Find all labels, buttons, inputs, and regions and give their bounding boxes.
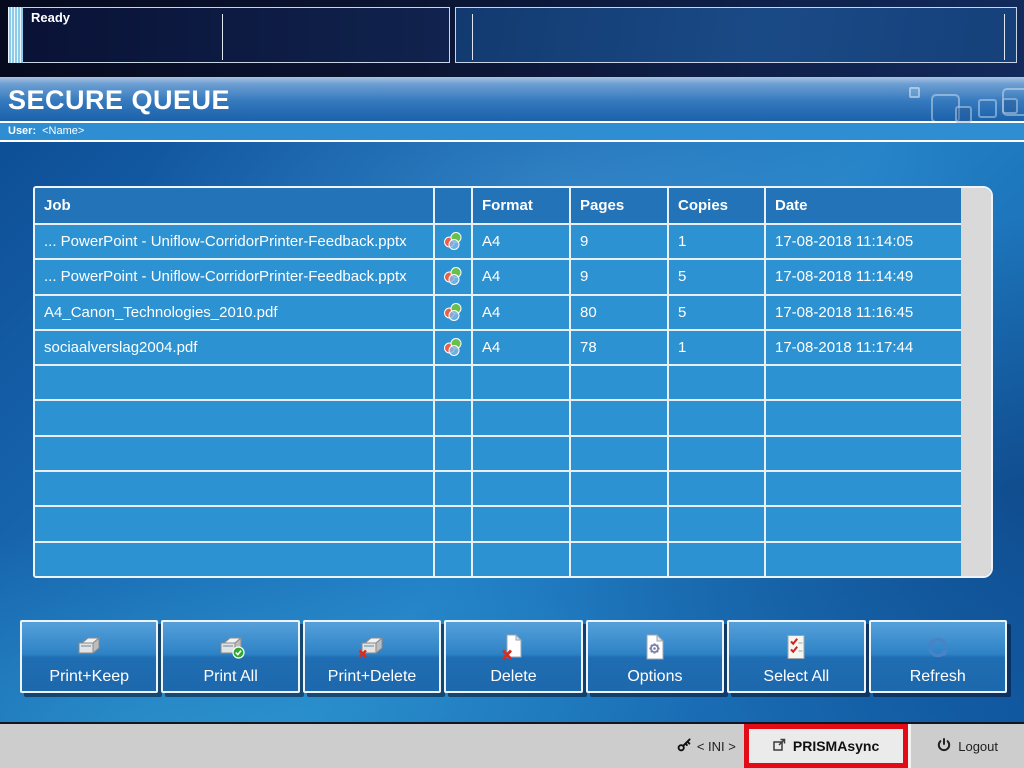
table-row[interactable]: sociaalverslag2004.pdf A4 78 1 17-08-201… — [35, 331, 961, 364]
refresh-icon — [924, 622, 952, 668]
empty-table-row[interactable] — [35, 401, 961, 434]
logout-button[interactable]: Logout — [911, 724, 1024, 768]
status-panel-right — [455, 7, 1017, 63]
page-title: SECURE QUEUE — [0, 77, 1024, 116]
job-copies: 1 — [669, 331, 764, 364]
empty-table-row[interactable] — [35, 507, 961, 540]
job-format: A4 — [473, 331, 569, 364]
job-date: 17-08-2018 11:14:05 — [766, 225, 961, 258]
table-scrollbar[interactable] — [961, 188, 991, 576]
printer-status-text: Ready — [31, 10, 70, 25]
table-row[interactable]: ... PowerPoint - Uniflow-CorridorPrinter… — [35, 225, 961, 258]
button-label: Print+Delete — [328, 668, 417, 686]
content-area: Job Format Pages Copies Date ... PowerPo… — [0, 142, 1024, 722]
prismasync-button[interactable]: PRISMAsync — [749, 729, 903, 763]
job-pages: 9 — [571, 225, 667, 258]
column-header-icon[interactable] — [435, 188, 471, 223]
panel-divider — [472, 14, 473, 60]
job-format: A4 — [473, 260, 569, 293]
user-bar: User: <Name> — [0, 123, 1024, 142]
printer-check-icon — [216, 622, 246, 668]
panel-divider — [1004, 14, 1005, 60]
printer-delete-icon — [357, 622, 387, 668]
column-header-date[interactable]: Date — [766, 188, 961, 223]
ini-status[interactable]: < INI > — [677, 724, 736, 768]
job-copies: 5 — [669, 260, 764, 293]
job-date: 17-08-2018 11:17:44 — [766, 331, 961, 364]
user-name: <Name> — [42, 125, 84, 137]
empty-table-row[interactable] — [35, 437, 961, 470]
job-name: ... PowerPoint - Uniflow-CorridorPrinter… — [35, 225, 433, 258]
power-icon — [937, 738, 951, 755]
squares-decoration-icon — [955, 106, 972, 123]
status-strip: Ready — [0, 0, 1024, 77]
job-format: A4 — [473, 225, 569, 258]
secure-queue-table: Job Format Pages Copies Date ... PowerPo… — [33, 186, 993, 578]
document-delete-icon — [501, 622, 525, 668]
button-label: Refresh — [910, 668, 966, 686]
job-name: ... PowerPoint - Uniflow-CorridorPrinter… — [35, 260, 433, 293]
table-header-row: Job Format Pages Copies Date — [35, 188, 961, 223]
select-all-button[interactable]: Select All — [727, 620, 865, 693]
status-panel-left — [23, 7, 450, 63]
button-label: Print All — [204, 668, 258, 686]
job-pages: 9 — [571, 260, 667, 293]
squares-decoration-icon — [978, 99, 997, 118]
job-name: A4_Canon_Technologies_2010.pdf — [35, 296, 433, 329]
button-label: Options — [627, 668, 682, 686]
color-job-icon — [435, 225, 471, 258]
delete-button[interactable]: Delete — [444, 620, 582, 693]
title-bar: SECURE QUEUE — [0, 77, 1024, 123]
column-header-pages[interactable]: Pages — [571, 188, 667, 223]
print-keep-button[interactable]: Print+Keep — [20, 620, 158, 693]
refresh-button[interactable]: Refresh — [869, 620, 1007, 693]
external-link-icon — [773, 738, 786, 754]
table-row[interactable]: A4_Canon_Technologies_2010.pdf A4 80 5 1… — [35, 296, 961, 329]
color-job-icon — [435, 260, 471, 293]
print-all-button[interactable]: Print All — [161, 620, 299, 693]
job-date: 17-08-2018 11:14:49 — [766, 260, 961, 293]
prismasync-screen: Ready SECURE QUEUE User: <Name> Job Forma… — [0, 0, 1024, 768]
striped-accent — [8, 7, 23, 63]
job-copies: 5 — [669, 296, 764, 329]
table-row[interactable]: ... PowerPoint - Uniflow-CorridorPrinter… — [35, 260, 961, 293]
column-header-job[interactable]: Job — [35, 188, 433, 223]
options-button[interactable]: Options — [586, 620, 724, 693]
document-gear-icon — [644, 622, 666, 668]
logout-label: Logout — [958, 739, 998, 754]
job-pages: 78 — [571, 331, 667, 364]
print-delete-button[interactable]: Print+Delete — [303, 620, 441, 693]
squares-decoration-icon — [1002, 98, 1018, 114]
column-header-copies[interactable]: Copies — [669, 188, 764, 223]
empty-table-row[interactable] — [35, 366, 961, 399]
key-icon — [677, 737, 692, 755]
button-label: Delete — [490, 668, 536, 686]
panel-divider — [222, 14, 223, 60]
job-copies: 1 — [669, 225, 764, 258]
prismasync-label: PRISMAsync — [793, 738, 879, 754]
button-label: Print+Keep — [49, 668, 129, 686]
job-date: 17-08-2018 11:16:45 — [766, 296, 961, 329]
color-job-icon — [435, 331, 471, 364]
empty-table-row[interactable] — [35, 543, 961, 576]
queue-grid: Job Format Pages Copies Date ... PowerPo… — [35, 188, 961, 576]
footer-bar: < INI > PRISMAsync Logout — [0, 722, 1024, 768]
job-format: A4 — [473, 296, 569, 329]
ini-label: < INI > — [697, 739, 736, 754]
squares-decoration-icon — [909, 87, 920, 98]
user-label: User: — [8, 125, 36, 137]
column-header-format[interactable]: Format — [473, 188, 569, 223]
button-label: Select All — [763, 668, 829, 686]
empty-table-row[interactable] — [35, 472, 961, 505]
checklist-icon — [785, 622, 807, 668]
highlight-annotation: PRISMAsync — [744, 724, 908, 768]
color-job-icon — [435, 296, 471, 329]
printer-icon — [74, 622, 104, 668]
job-name: sociaalverslag2004.pdf — [35, 331, 433, 364]
action-button-bar: Print+Keep Print All Print+Delete Delete — [20, 620, 1007, 693]
job-pages: 80 — [571, 296, 667, 329]
